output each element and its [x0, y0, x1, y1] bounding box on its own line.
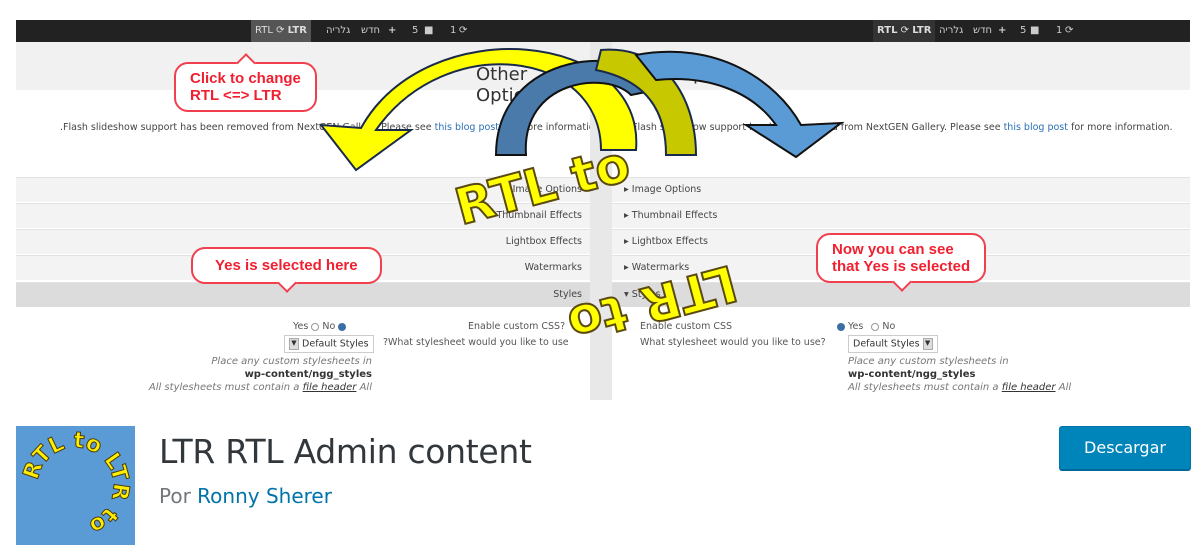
wordart-top: RTL to: [449, 135, 636, 237]
download-button[interactable]: Descargar: [1059, 426, 1191, 471]
svg-text:RTL to LTR to: RTL to LTR to: [19, 428, 133, 538]
plugin-author: Por Ronny Sherer: [159, 484, 332, 508]
author-link[interactable]: Ronny Sherer: [197, 484, 332, 508]
callout-click-to-change: Click to change RTL <=> LTR: [174, 62, 317, 112]
callout-now-you-can-see: Now you can see that Yes is selected: [816, 233, 987, 283]
plugin-logo: RTL to LTR to: [19, 428, 134, 539]
wordart-bottom: LTR to: [562, 253, 743, 354]
plugin-icon: RTL to LTR to: [16, 426, 135, 545]
plugin-title: LTR RTL Admin content: [159, 432, 532, 471]
callout-yes-selected-here: Yes is selected here: [191, 247, 382, 284]
plugin-banner: RTL ⟳ LTR גלריה חדש + 5 ■ 1 ⟳ RTL ⟳ LTR …: [16, 20, 1190, 400]
